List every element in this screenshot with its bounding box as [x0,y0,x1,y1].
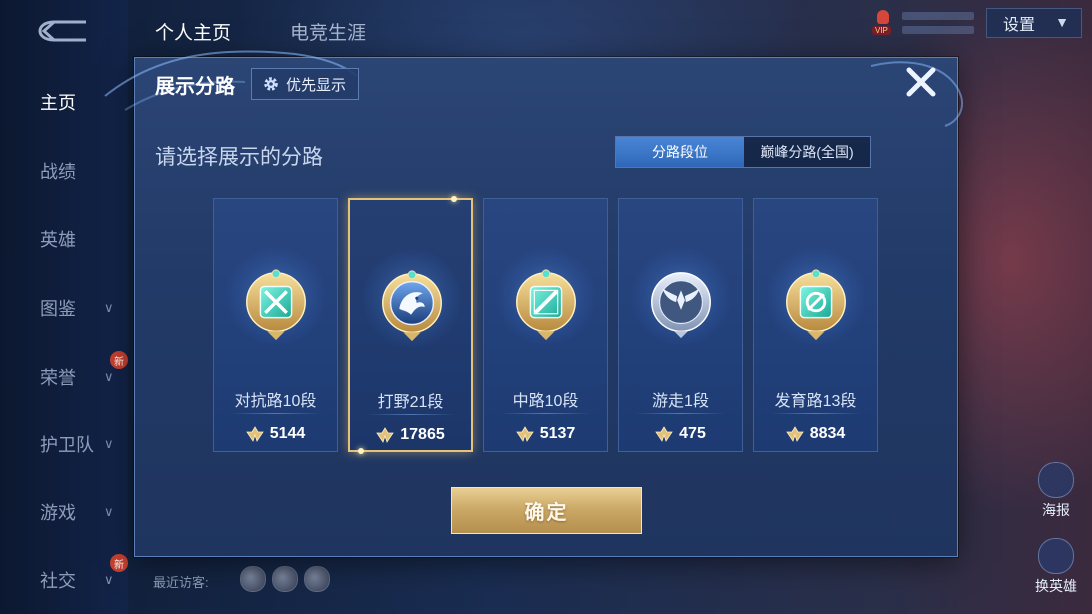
rank-points-icon [376,427,394,443]
sidebar-item-label: 英雄 [40,230,76,250]
chevron-down-icon: ∨ [104,436,114,451]
sidebar-item-label: 荣誉 [40,368,76,388]
back-arrow-icon[interactable] [36,18,90,44]
tab-esports-career[interactable]: 电竞生涯 [290,18,366,45]
card-divider [230,413,321,414]
settings-button[interactable]: 设置 ▼ [986,8,1082,38]
rank-points-icon [245,426,264,442]
lane-score: 17865 [350,426,471,444]
card-divider [770,413,861,414]
rank-points-icon [515,426,534,442]
card-divider [635,413,726,414]
visitor-avatar[interactable] [304,566,330,592]
lane-rank-label: 发育路13段 [774,393,857,410]
lane-rank-label: 打野21段 [377,394,444,411]
chevron-down-icon: ▼ [1055,14,1069,30]
selection-sparkle [451,196,457,202]
lane-score: 5144 [214,425,337,443]
tab-personal-home[interactable]: 个人主页 [155,18,231,45]
lane-score: 8834 [754,425,877,443]
vip-badge: VIP [872,26,891,35]
new-badge: 新 [110,351,128,369]
chevron-down-icon: ∨ [104,504,114,519]
sidebar-item[interactable]: 游戏 ∨ [0,492,128,532]
modal-title: 展示分路 [155,76,235,98]
new-badge: 新 [110,554,128,572]
lane-card[interactable]: 游走1段 475 [618,198,743,452]
tab-peak-lane-national[interactable]: 巅峰分路(全国) [744,137,870,167]
lane-rank-label: 游走1段 [652,393,709,410]
change-hero-label: 换英雄 [1035,578,1077,594]
lane-card[interactable]: 打野21段 17865 [348,196,473,454]
tab-lane-rank[interactable]: 分路段位 [616,137,744,167]
sidebar-item-label: 社交 [40,571,76,591]
lane-score-value: 5144 [269,425,306,442]
selection-sparkle [358,448,364,454]
lane-rank-label: 中路10段 [512,393,579,410]
priority-display-label: 优先显示 [286,76,347,94]
lane-card[interactable]: 中路10段 5137 [483,198,608,452]
sidebar-item-label: 图鉴 [40,299,76,319]
vip-flame-icon [877,10,889,24]
sidebar-item[interactable]: 图鉴 ∨ [0,288,128,328]
lane-score-value: 5137 [539,425,576,442]
rank-points-icon [785,426,804,442]
recent-visitors-label: 最近访客: [153,575,209,590]
vip-info-line [902,12,974,20]
change-hero-icon [1038,538,1074,574]
segment-control: 分路段位 巅峰分路(全国) [615,136,871,168]
chevron-down-icon: ∨ [104,369,114,384]
mid-lane-emblem-icon [516,269,576,341]
gear-icon [264,77,278,91]
change-hero-button[interactable]: 换英雄 [1026,538,1086,596]
sidebar-item[interactable]: 战绩 [0,151,128,191]
priority-display-button[interactable]: 优先显示 [251,68,360,100]
sidebar-item-label: 战绩 [40,162,76,182]
sidebar-item[interactable]: 护卫队 ∨ [0,424,128,464]
lane-score: 475 [619,425,742,443]
poster-icon [1038,462,1074,498]
lane-score: 5137 [484,425,607,443]
card-divider [366,414,455,415]
lane-score-value: 475 [679,425,706,442]
vip-area[interactable]: VIP [868,6,978,38]
close-icon[interactable] [903,64,939,100]
rank-points-icon [655,426,673,442]
jungle-dragon-emblem-icon [382,270,442,342]
chevron-down-icon: ∨ [104,572,114,587]
settings-label: 设置 [1003,17,1036,34]
card-divider [500,413,591,414]
sidebar-item[interactable]: 英雄 [0,219,128,259]
visitor-avatar[interactable] [272,566,298,592]
poster-button[interactable]: 海报 [1026,462,1086,520]
roam-wings-emblem-icon [651,272,711,339]
confirm-button[interactable]: 确定 [451,487,642,534]
clash-lane-emblem-icon [246,269,306,341]
visitor-avatar[interactable] [240,566,266,592]
farm-lane-emblem-icon [786,269,846,341]
sidebar-item-label: 游戏 [40,503,76,523]
chevron-down-icon: ∨ [104,300,114,315]
lane-card[interactable]: 发育路13段 8834 [753,198,878,452]
modal-subtitle: 请选择展示的分路 [155,146,323,169]
lane-card[interactable]: 对抗路10段 5144 [213,198,338,452]
sidebar-item-label: 护卫队 [40,435,94,455]
sidebar-item[interactable]: 主页 [0,82,128,122]
poster-label: 海报 [1042,502,1070,518]
route-display-modal: 展示分路 优先显示 请选择展示的分路 分路段位 巅峰分路(全国) 对抗路10段 5… [104,50,963,557]
lane-score-value: 8834 [809,425,846,442]
sidebar-item[interactable]: 荣誉 ∨ 新 [0,351,128,397]
lane-score-value: 17865 [400,426,445,443]
sidebar-item-label: 主页 [40,93,76,113]
vip-info-line [902,26,974,34]
lane-rank-label: 对抗路10段 [234,393,317,410]
sidebar-item[interactable]: 社交 ∨ 新 [0,554,128,600]
